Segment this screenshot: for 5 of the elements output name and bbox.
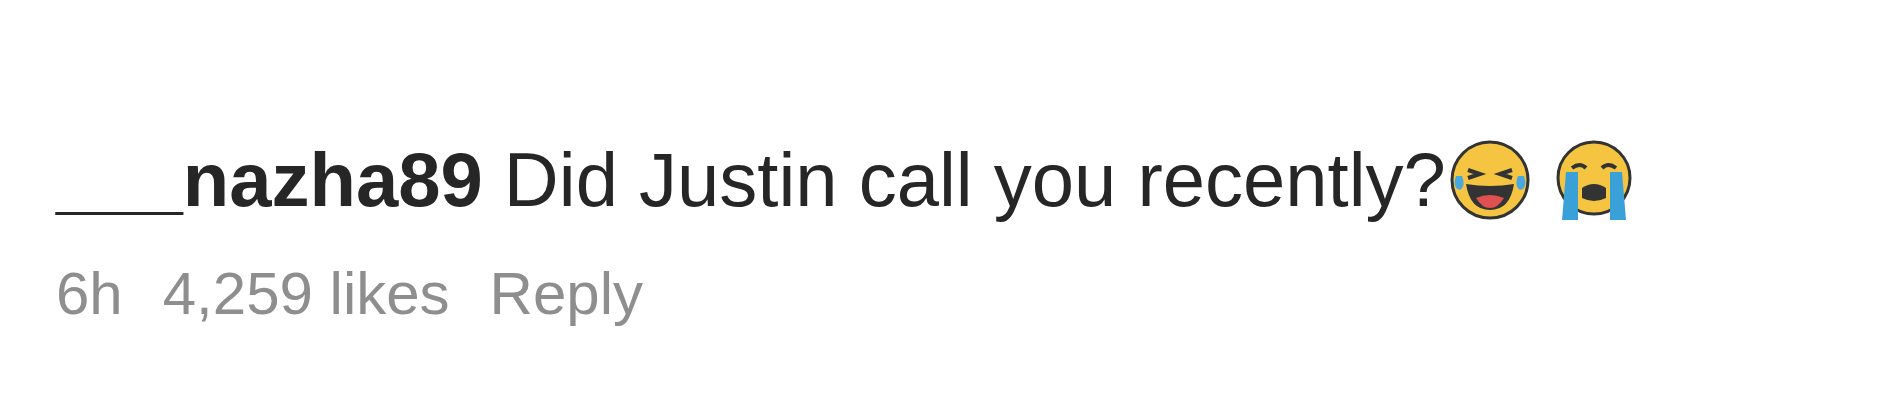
comment-time: 6h [56, 259, 123, 329]
likes-count[interactable]: 4,259 likes [162, 258, 450, 330]
comment-text: ___nazha89 Did Justin call you recently? [56, 136, 1446, 224]
reply-link[interactable]: Reply [489, 258, 643, 330]
laughing-face-icon [1449, 140, 1530, 220]
